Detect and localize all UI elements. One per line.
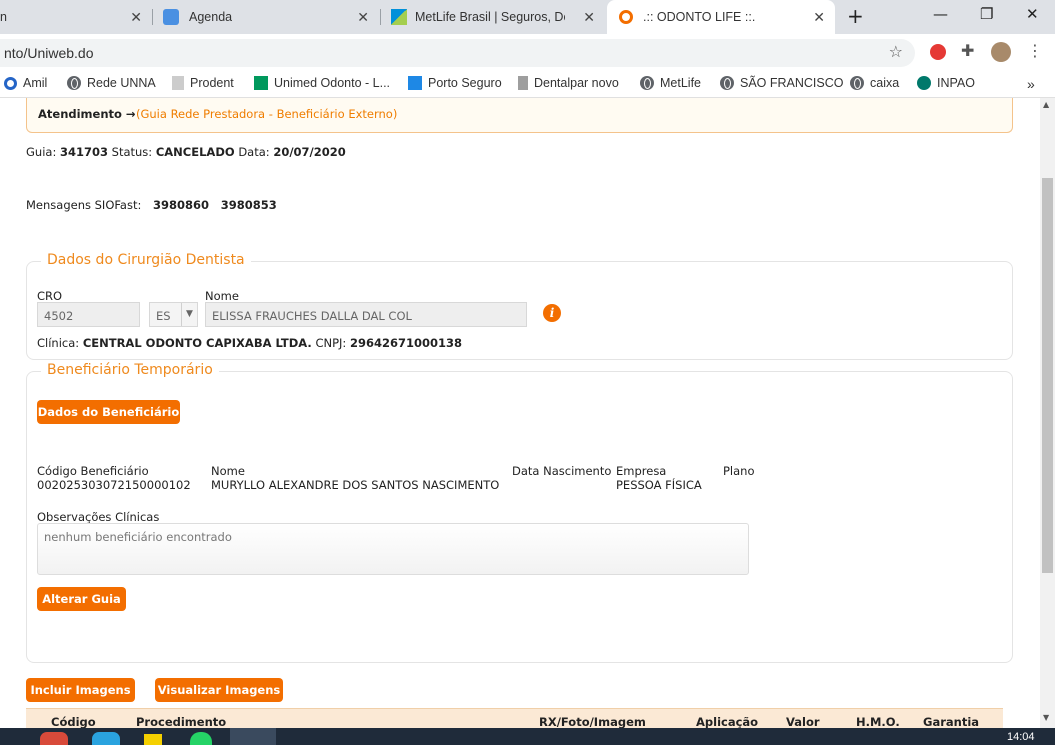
chrome-taskbar-icon[interactable]	[40, 732, 68, 745]
bookmark-amil[interactable]: Amil	[4, 76, 47, 90]
chevron-down-icon: ▼	[181, 303, 197, 326]
bookmark-inpao[interactable]: INPAO	[917, 76, 975, 90]
dentist-fieldset: Dados do Cirurgião Dentista CRO 4502 ES …	[26, 252, 1013, 360]
bookmark-dentalpar[interactable]: Dentalpar novo	[518, 76, 619, 90]
avatar[interactable]	[991, 42, 1011, 62]
url-text[interactable]: nto/Uniweb.do	[4, 45, 94, 61]
taskbar: 14:04	[0, 728, 1055, 745]
tab-agenda[interactable]: Agenda ✕	[153, 0, 379, 34]
beneficiary-data-button[interactable]: Dados do Beneficiário	[37, 400, 180, 424]
col-garantia: Garantia	[923, 715, 980, 728]
alter-guia-button[interactable]: Alterar Guia	[37, 587, 126, 611]
kebab-menu-icon[interactable]: ⋮	[1027, 41, 1043, 60]
extension-red-icon[interactable]	[930, 44, 946, 60]
chrome-active-taskbar-icon[interactable]	[230, 728, 276, 745]
col-codigo: Código	[51, 715, 96, 728]
col-procedimento: Procedimento	[136, 715, 227, 728]
uf-select[interactable]: ES ▼	[149, 302, 198, 327]
globe-icon	[67, 76, 81, 90]
tooth-icon	[163, 9, 179, 25]
address-bar: nto/Uniweb.do ☆ ✚ ⋮	[0, 34, 1055, 70]
dentist-name-field[interactable]: ELISSA FRAUCHES DALLA DAL COL	[205, 302, 527, 327]
scroll-down-icon[interactable]: ▼	[1043, 713, 1049, 722]
tab-strip: n ✕ Agenda ✕ MetLife Brasil | Seguros, D…	[0, 0, 1055, 34]
dentist-legend: Dados do Cirurgião Dentista	[41, 252, 251, 268]
odonto-life-icon	[619, 10, 633, 24]
beneficiary-code: 002025303072150000102	[37, 478, 191, 492]
procedures-table-header: Código Procedimento RX/Foto/Imagem Aplic…	[26, 708, 1003, 728]
guia-info: Guia: 341703 Status: CANCELADO Data: 20/…	[26, 145, 346, 159]
col-valor: Valor	[786, 715, 820, 728]
bookmark-metlife[interactable]: MetLife	[640, 76, 701, 90]
beneficiary-fieldset: Beneficiário Temporário Dados do Benefic…	[26, 362, 1013, 663]
bookmark-unimed[interactable]: Unimed Odonto - L...	[254, 76, 390, 90]
edge-taskbar-icon[interactable]	[92, 732, 120, 745]
folder-taskbar-icon[interactable]	[144, 734, 162, 745]
breadcrumb-sub: (Guia Rede Prestadora - Beneficiário Ext…	[136, 107, 398, 121]
metlife-icon	[391, 9, 407, 25]
status-badge: CANCELADO	[155, 145, 235, 159]
tab-close-icon[interactable]: ✕	[357, 9, 369, 26]
bookmark-rede-unna[interactable]: Rede UNNA	[67, 76, 156, 90]
guia-date: 20/07/2020	[273, 145, 346, 159]
inpao-icon	[917, 76, 931, 90]
breadcrumb-label: Atendimento →	[38, 107, 136, 121]
puzzle-icon[interactable]: ✚	[961, 41, 974, 60]
scroll-up-icon[interactable]: ▲	[1043, 100, 1049, 109]
bookmark-sao-francisco[interactable]: SÃO FRANCISCO	[720, 76, 844, 90]
scrollbar-thumb[interactable]	[1042, 178, 1053, 573]
amil-icon	[4, 76, 17, 90]
beneficiary-company: PESSOA FÍSICA	[616, 478, 702, 492]
tab-metlife[interactable]: MetLife Brasil | Seguros, Dental ✕	[381, 0, 605, 34]
porto-seguro-icon	[408, 76, 422, 90]
include-images-button[interactable]: Incluir Imagens	[26, 678, 135, 702]
info-icon[interactable]: i	[543, 304, 561, 322]
beneficiary-name: MURYLLO ALEXANDRE DOS SANTOS NASCIMENTO	[211, 478, 500, 492]
tab-close-icon[interactable]: ✕	[583, 9, 595, 26]
breadcrumb: Atendimento → (Guia Rede Prestadora - Be…	[26, 98, 1013, 133]
globe-icon	[640, 76, 654, 90]
tab-close-icon[interactable]: ✕	[130, 9, 142, 26]
col-rx: RX/Foto/Imagem	[539, 715, 646, 728]
col-hmo: H.M.O.	[856, 715, 900, 728]
whatsapp-taskbar-icon[interactable]	[190, 732, 212, 745]
tab-1[interactable]: n ✕	[0, 0, 152, 34]
view-images-button[interactable]: Visualizar Imagens	[155, 678, 283, 702]
page-icon	[172, 76, 184, 90]
minimize-icon[interactable]: —	[933, 5, 948, 23]
tab-close-icon[interactable]: ✕	[813, 9, 825, 26]
clock: 14:04	[1007, 731, 1035, 743]
siofast-messages: Mensagens SIOFast: 3980860 3980853	[26, 198, 277, 212]
window-close-icon[interactable]: ✕	[1026, 5, 1039, 23]
cro-field[interactable]: 4502	[37, 302, 140, 327]
clinical-notes-textarea[interactable]: nenhum beneficiário encontrado	[37, 523, 749, 575]
col-aplicacao: Aplicação	[696, 715, 759, 728]
unimed-icon	[254, 76, 268, 90]
bookmark-porto-seguro[interactable]: Porto Seguro	[408, 76, 502, 90]
clinic-info: Clínica: CENTRAL ODONTO CAPIXABA LTDA. C…	[37, 336, 462, 350]
bookmarks-overflow-icon[interactable]: »	[1027, 76, 1035, 92]
scrollbar[interactable]: ▲ ▼	[1040, 98, 1055, 728]
page-content: Atendimento → (Guia Rede Prestadora - Be…	[0, 98, 1040, 728]
omnibox[interactable]: nto/Uniweb.do ☆	[0, 39, 915, 67]
beneficiary-legend: Beneficiário Temporário	[41, 362, 219, 378]
restore-icon[interactable]: ❐	[980, 5, 993, 23]
bookmarks-bar: Amil Rede UNNA Prodent Unimed Odonto - L…	[0, 70, 1055, 98]
globe-icon	[720, 76, 734, 90]
star-icon[interactable]: ☆	[889, 42, 903, 61]
guia-number: 341703	[59, 145, 108, 159]
dentalpar-icon	[518, 76, 528, 90]
tab-odonto-life[interactable]: .:: ODONTO LIFE ::. ✕	[607, 0, 835, 34]
new-tab-icon[interactable]: +	[847, 4, 864, 28]
bookmark-caixa[interactable]: caixa	[850, 76, 899, 90]
globe-icon	[850, 76, 864, 90]
bookmark-prodent[interactable]: Prodent	[172, 76, 234, 90]
